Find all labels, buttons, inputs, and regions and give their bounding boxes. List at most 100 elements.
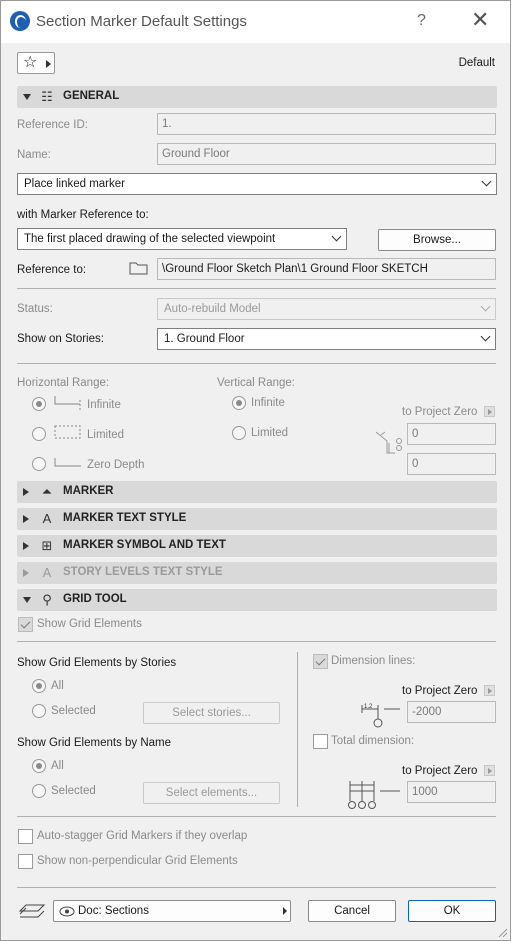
total-to-project-zero-label: to Project Zero [402, 765, 478, 777]
general-section-header[interactable]: ☷ GENERAL [17, 86, 497, 108]
close-button[interactable]: ✕ [471, 7, 489, 33]
story-levels-text-style-section-header: A STORY LEVELS TEXT STYLE [17, 562, 497, 584]
name-field: Ground Floor [157, 143, 496, 165]
collapse-triangle-icon [23, 94, 31, 100]
grid-tool-section-header[interactable]: ⚲ GRID TOOL [17, 589, 497, 611]
show-grid-elements-label: Show Grid Elements [37, 618, 142, 630]
horizontal-range-label: Horizontal Range: [17, 377, 110, 389]
zero-depth-icon [54, 458, 81, 467]
expand-triangle-icon [23, 569, 29, 577]
name-label: Name: [17, 149, 51, 161]
horizontal-infinite-radio[interactable] [32, 397, 46, 411]
vertical-divider [297, 652, 298, 807]
marker-symbol-and-text-section-header[interactable]: ⊞ MARKER SYMBOL AND TEXT [17, 535, 497, 557]
with-marker-reference-label: with Marker Reference to: [17, 209, 149, 221]
chevron-down-icon [331, 231, 342, 242]
marker-text-style-section-header[interactable]: A MARKER TEXT STYLE [17, 508, 497, 530]
grid-tool-icon: ⚲ [42, 592, 52, 607]
vertical-infinite-radio[interactable] [232, 396, 246, 410]
dimension-line-icon: 1.2 [361, 704, 400, 728]
by-stories-label: Show Grid Elements by Stories [17, 657, 177, 669]
marker-symbol-and-text-section-title: MARKER SYMBOL AND TEXT [63, 539, 226, 551]
chevron-down-icon [480, 301, 491, 312]
expand-triangle-icon [23, 542, 29, 550]
divider [17, 641, 496, 642]
story-levels-text-style-section-title: STORY LEVELS TEXT STYLE [63, 566, 223, 578]
limited-range-icon [54, 425, 81, 439]
archicad-logo-icon [10, 11, 30, 31]
show-grid-elements-checkbox[interactable] [18, 617, 33, 632]
non-perpendicular-label: Show non-perpendicular Grid Elements [37, 855, 238, 867]
vertical-bottom-field: 0 [407, 453, 496, 475]
expand-triangle-icon [23, 515, 29, 523]
project-zero-toggle[interactable] [484, 406, 495, 417]
show-on-stories-value: 1. Ground Floor [164, 333, 245, 345]
show-on-stories-select[interactable]: 1. Ground Floor [157, 328, 496, 350]
marker-icon: ⏶ [41, 484, 53, 499]
help-button[interactable]: ? [417, 12, 426, 30]
vertical-range-icon [375, 431, 402, 454]
dimension-lines-checkbox[interactable] [313, 654, 328, 669]
title-bar: Section Marker Default Settings ? ✕ [1, 1, 510, 43]
svg-text:1.2: 1.2 [364, 704, 373, 710]
marker-mode-select[interactable]: Place linked marker [17, 173, 497, 195]
total-dimension-icon [348, 781, 400, 809]
general-settings-icon: ☷ [41, 89, 53, 104]
favorites-default-label: Default [458, 57, 495, 69]
total-project-zero-toggle[interactable] [484, 765, 495, 776]
marker-section-title: MARKER [63, 485, 114, 497]
general-section-title: GENERAL [63, 90, 120, 102]
text-style-icon: A [42, 565, 52, 580]
marker-mode-value: Place linked marker [24, 178, 125, 190]
status-select: Auto-rebuild Model [157, 298, 496, 320]
horizontal-zero-depth-radio[interactable] [32, 457, 46, 471]
stories-selected-radio[interactable] [32, 704, 46, 718]
dim-project-zero-toggle[interactable] [484, 685, 495, 696]
grid-tool-section-title: GRID TOOL [63, 593, 127, 605]
horizontal-infinite-label: Infinite [87, 399, 121, 411]
reference-to-label: Reference to: [17, 264, 87, 276]
reference-id-field: 1. [157, 113, 496, 135]
name-all-label: All [51, 760, 64, 772]
marker-section-header[interactable]: ⏶ MARKER [17, 481, 497, 503]
auto-stagger-checkbox[interactable] [18, 829, 33, 844]
horizontal-limited-radio[interactable] [32, 427, 46, 441]
vertical-top-field: 0 [407, 423, 496, 445]
folder-icon [129, 262, 148, 275]
section-marker-settings-dialog: Section Marker Default Settings ? ✕ ☆ De… [0, 0, 511, 941]
divider [17, 288, 496, 289]
vertical-infinite-label: Infinite [251, 397, 285, 409]
star-icon: ☆ [23, 54, 38, 71]
stories-all-label: All [51, 680, 64, 692]
vertical-limited-radio[interactable] [232, 426, 246, 440]
ok-button[interactable]: OK [408, 900, 496, 922]
expand-triangle-icon [23, 488, 29, 496]
browse-button[interactable]: Browse... [378, 229, 496, 251]
marker-reference-select[interactable]: The first placed drawing of the selected… [17, 228, 347, 250]
view-selector-button[interactable]: Doc: Sections [53, 900, 291, 922]
show-on-stories-label: Show on Stories: [17, 333, 104, 345]
collapse-triangle-icon [23, 597, 31, 603]
chevron-down-icon [480, 331, 491, 342]
non-perpendicular-checkbox[interactable] [18, 854, 33, 869]
select-stories-button: Select stories... [143, 702, 280, 724]
view-selector-label: Doc: Sections [78, 905, 149, 917]
status-value: Auto-rebuild Model [164, 303, 261, 315]
total-dimension-checkbox[interactable] [313, 734, 328, 749]
favorites-button[interactable]: ☆ [17, 52, 55, 74]
name-all-radio[interactable] [32, 759, 46, 773]
window-title: Section Marker Default Settings [36, 13, 247, 30]
resize-grip-icon[interactable] [496, 926, 508, 938]
name-selected-radio[interactable] [32, 784, 46, 798]
reference-id-label: Reference ID: [17, 119, 88, 131]
chevron-down-icon [481, 176, 492, 187]
divider [17, 887, 496, 888]
cancel-button[interactable]: Cancel [308, 900, 396, 922]
total-value-field: 1000 [407, 781, 496, 803]
dimension-value-field: -2000 [407, 701, 496, 723]
eye-icon [59, 906, 75, 917]
text-style-icon: A [42, 511, 52, 526]
background-window-edge [510, 0, 525, 941]
stories-all-radio[interactable] [32, 679, 46, 693]
symbol-text-icon: ⊞ [41, 538, 53, 553]
